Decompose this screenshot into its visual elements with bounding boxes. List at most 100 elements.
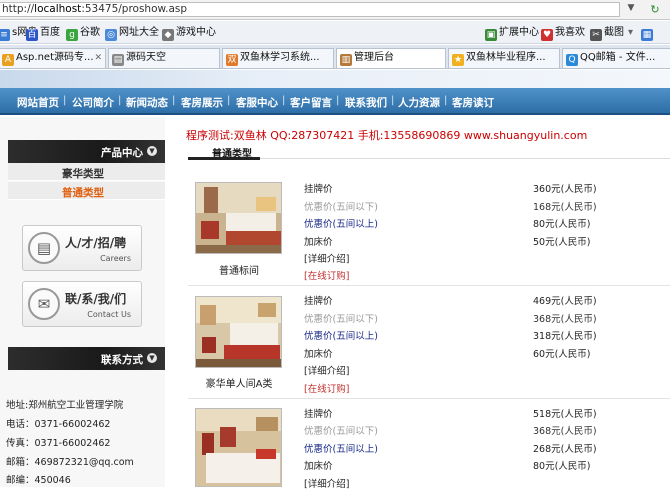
room-photo[interactable]	[195, 296, 282, 368]
price-list: 360元(人民币)	[533, 184, 597, 195]
globe-icon: ◎	[105, 29, 117, 41]
careers-button[interactable]: ▤ 人/才/招/聘 Careers	[22, 225, 142, 271]
tab-label: 管理后台	[354, 52, 394, 63]
nav-separator: |	[172, 95, 176, 106]
product-center-title: 产品中心	[101, 147, 143, 159]
price-extra-bed: 60元(人民币)	[533, 349, 591, 360]
extension-icon: ▣	[485, 29, 497, 41]
contact-us-en-label: Contact Us	[87, 310, 131, 319]
price-list: 518元(人民币)	[533, 409, 597, 420]
tab-label: QQ邮箱 - 文件...	[580, 52, 656, 63]
tab-label: Asp.net源码专...	[16, 52, 94, 63]
bookmark-screenshot[interactable]: ✂ 截图	[590, 25, 624, 41]
tab-admin[interactable]: ▥ 管理后台	[336, 48, 446, 68]
close-icon[interactable]: ✕	[94, 49, 102, 67]
nav-hr[interactable]: 人力资源	[398, 95, 440, 110]
label-discount-lt5: 优惠价(五间以下)	[304, 314, 378, 325]
nav-separator: |	[444, 95, 448, 106]
price-discount-gte5: 318元(人民币)	[533, 331, 597, 342]
tab-strip: A Asp.net源码专... ✕ ▤ 源码天空 双双鱼林学习系统... ▥ 管理后台 …	[0, 45, 670, 69]
active-tab-underline	[188, 157, 260, 160]
nav-separator: |	[391, 95, 395, 106]
contact-us-button[interactable]: ✉ 联/系/我/们 Contact Us	[22, 281, 142, 327]
price-discount-gte5: 268元(人民币)	[533, 444, 597, 455]
grid-icon: ▦	[641, 29, 653, 41]
tab-divider	[188, 158, 670, 159]
bookmark-baidu[interactable]: 百百度	[26, 25, 60, 41]
url-host: localhost	[34, 3, 82, 15]
label-list-price: 挂牌价	[304, 409, 333, 420]
bookmark-extensions[interactable]: ▣ 扩展中心	[485, 25, 539, 41]
row-divider	[188, 398, 670, 399]
tab-qqmail[interactable]: Q QQ邮箱 - 文件...	[562, 48, 670, 68]
bookmark-label: 我喜欢	[555, 27, 585, 38]
baidu-icon: 百	[26, 29, 38, 41]
tab-aspnet[interactable]: A Asp.net源码专... ✕	[0, 48, 106, 68]
nav-rooms[interactable]: 客房展示	[181, 95, 223, 110]
chevron-down-icon: ▼	[147, 146, 157, 156]
bookmark-grid-icon[interactable]: ▦	[641, 25, 655, 41]
bookmark-more-icon[interactable]: ▾	[628, 25, 633, 40]
nav-service[interactable]: 客服中心	[236, 95, 278, 110]
contact-phone: 电话：0371-66002462	[6, 419, 111, 430]
url-field[interactable]: http://localhost:53475/proshow.asp	[0, 2, 620, 17]
nav-contact[interactable]: 联系我们	[345, 95, 387, 110]
tab-graduation[interactable]: ★ 双鱼林毕业程序...	[448, 48, 560, 68]
row-divider	[188, 285, 670, 286]
label-discount-gte5: 优惠价(五间以上)	[304, 331, 378, 342]
contact-address: 地址:郑州航空工业管理学院	[6, 400, 124, 411]
careers-label: 人/才/招/聘	[65, 236, 127, 250]
bookmark-label: 百度	[40, 27, 60, 38]
nav-home[interactable]: 网站首页	[17, 95, 59, 110]
order-link[interactable]: [在线订购]	[304, 268, 349, 282]
detail-link[interactable]: [详细介绍]	[304, 251, 349, 265]
label-discount-gte5: 优惠价(五间以上)	[304, 219, 378, 230]
page-title: 程序测试:双鱼林 QQ:287307421 手机:13558690869 www…	[186, 129, 588, 142]
category-label: 豪华类型	[62, 168, 104, 180]
url-dropdown-icon[interactable]: ▼	[624, 3, 638, 17]
label-discount-gte5: 优惠价(五间以上)	[304, 444, 378, 455]
detail-link[interactable]: [详细介绍]	[304, 476, 349, 490]
label-list-price: 挂牌价	[304, 296, 333, 307]
category-standard[interactable]: 普通类型	[8, 182, 165, 200]
bookmark-google[interactable]: g 谷歌	[66, 25, 100, 41]
nav-separator: |	[282, 95, 286, 106]
product-center-header: 产品中心 ▼	[8, 140, 165, 163]
contact-header: 联系方式 ▼	[8, 347, 165, 370]
price-discount-lt5: 368元(人民币)	[533, 314, 597, 325]
detail-link[interactable]: [详细介绍]	[304, 363, 349, 377]
tab-source-sky[interactable]: ▤ 源码天空	[108, 48, 220, 68]
nav-news[interactable]: 新闻动态	[126, 95, 168, 110]
refresh-icon[interactable]: ↻	[648, 3, 662, 17]
star-icon: ★	[452, 54, 464, 66]
bookmarks-bar: ≡ s网盘 百百度 g 谷歌 ◎ 网址大全 ◆ 游戏中心 ▣ 扩展中心 ♥ 我喜欢 ✂ 截图 …	[0, 21, 670, 44]
price-extra-bed: 50元(人民币)	[533, 237, 591, 248]
nav-about[interactable]: 公司简介	[72, 95, 114, 110]
contact-header-title: 联系方式	[101, 354, 143, 366]
nav-messages[interactable]: 客户留言	[290, 95, 332, 110]
tab-learning-system[interactable]: 双双鱼林学习系统...	[222, 48, 334, 68]
site-nav: 网站首页 | 公司简介 | 新闻动态 | 客房展示 | 客服中心 | 客户留言 …	[0, 88, 670, 115]
url-rest: :53475/proshow.asp	[81, 3, 188, 15]
bookmark-favorites[interactable]: ♥ 我喜欢	[541, 25, 585, 41]
google-icon: g	[66, 29, 78, 41]
bookmark-label: 游戏中心	[176, 27, 216, 38]
order-link[interactable]: [在线订购]	[304, 381, 349, 395]
label-list-price: 挂牌价	[304, 184, 333, 195]
page-icon: ▤	[112, 54, 124, 66]
price-extra-bed: 80元(人民币)	[533, 461, 591, 472]
site-header-band	[0, 70, 670, 88]
price-list: 469元(人民币)	[533, 296, 597, 307]
room-photo[interactable]	[195, 408, 282, 487]
price-discount-lt5: 168元(人民币)	[533, 202, 597, 213]
room-photo[interactable]	[195, 182, 282, 254]
nav-booking[interactable]: 客房读订	[452, 95, 494, 110]
bookmark-hao[interactable]: ◎ 网址大全	[105, 25, 159, 41]
nav-separator: |	[118, 95, 122, 106]
category-luxury[interactable]: 豪华类型	[8, 163, 165, 181]
label-extra-bed: 加床价	[304, 349, 333, 360]
tab-label: 双鱼林学习系统...	[240, 52, 320, 63]
bookmark-label: 网址大全	[119, 27, 159, 38]
heart-icon: ♥	[541, 29, 553, 41]
bookmark-games[interactable]: ◆ 游戏中心	[162, 25, 216, 41]
